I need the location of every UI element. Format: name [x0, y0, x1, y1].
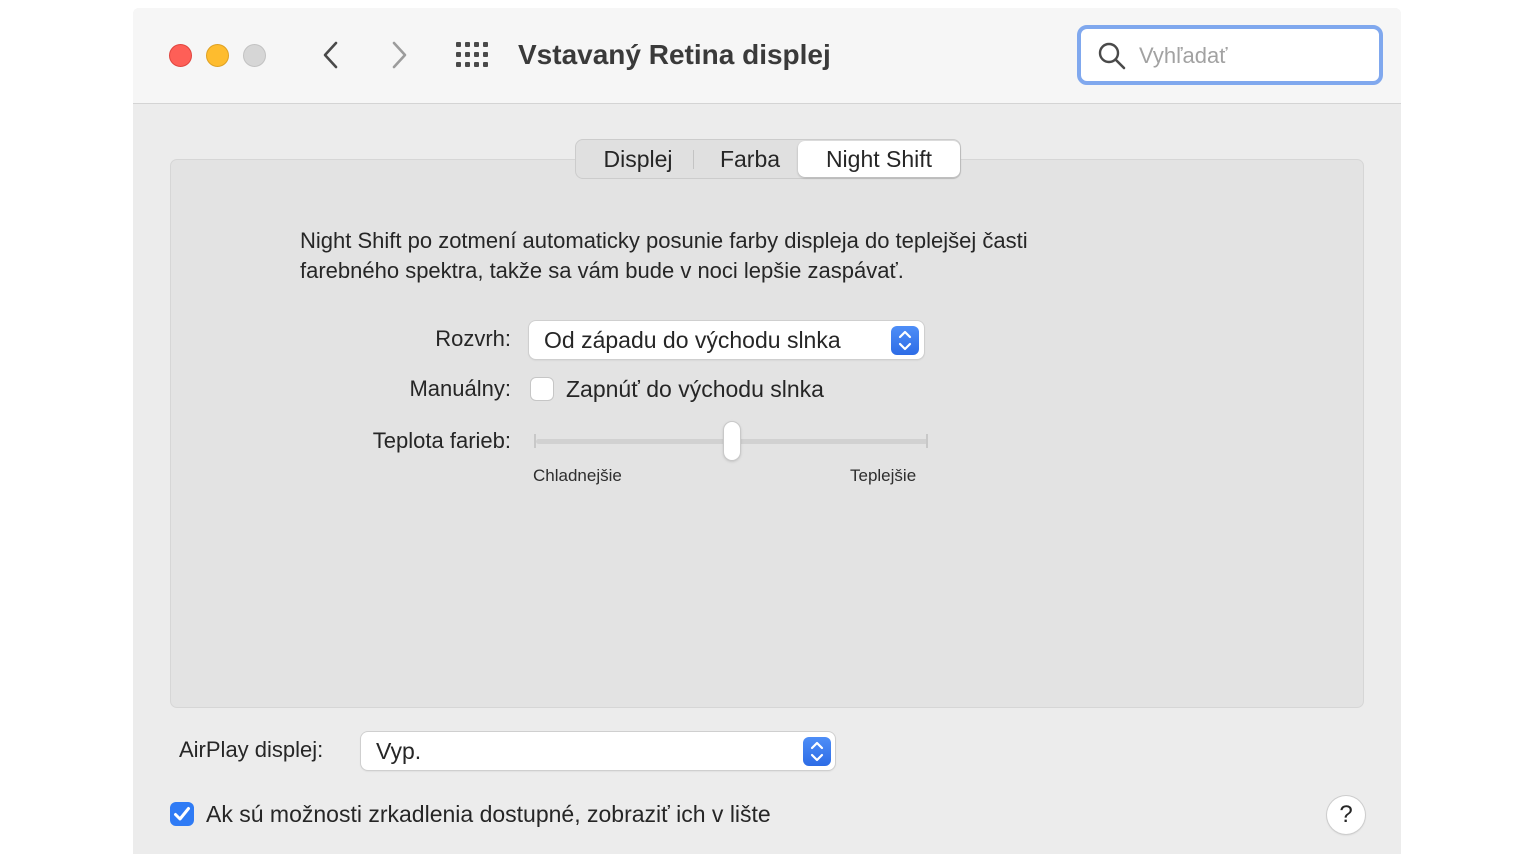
- chevron-left-icon: [323, 41, 338, 69]
- slider-tick-min: [534, 434, 536, 448]
- airplay-value: Vyp.: [376, 738, 422, 764]
- tab-bar: Displej Farba Night Shift: [575, 139, 961, 179]
- slider-tick-max: [926, 434, 928, 448]
- back-button[interactable]: [317, 39, 345, 71]
- temperature-min-label: Chladnejšie: [533, 466, 622, 485]
- description-line-1: Night Shift po zotmení automaticky posun…: [300, 228, 1028, 253]
- search-icon: [1098, 42, 1126, 70]
- minimize-icon[interactable]: [206, 44, 229, 67]
- description-line-2: farebného spektra, takže sa vám bude v n…: [300, 258, 904, 283]
- checkmark-icon: [174, 807, 190, 821]
- manual-checkbox[interactable]: [530, 377, 554, 401]
- close-icon[interactable]: [169, 44, 192, 67]
- zoom-icon: [243, 44, 266, 67]
- temperature-max-label: Teplejšie: [850, 466, 917, 485]
- airplay-label: AirPlay displej:: [179, 737, 324, 762]
- window-title: Vstavaný Retina displej: [518, 39, 831, 70]
- help-button[interactable]: ?: [1327, 796, 1365, 834]
- popup-stepper-icon: [891, 326, 919, 355]
- popup-stepper-icon: [803, 737, 831, 766]
- search-field[interactable]: [1077, 25, 1383, 85]
- temperature-slider-thumb[interactable]: [724, 422, 740, 460]
- tab-farba[interactable]: Farba: [702, 140, 798, 178]
- temperature-label: Teplota farieb:: [372, 428, 511, 453]
- mirroring-checkbox[interactable]: [170, 802, 194, 826]
- tab-displej[interactable]: Displej: [584, 140, 692, 178]
- manual-checkbox-label: Zapnúť do východu slnka: [566, 376, 824, 402]
- mirroring-checkbox-label: Ak sú možnosti zrkadlenia dostupné, zobr…: [206, 801, 771, 827]
- grid-icon: [456, 42, 488, 67]
- forward-button[interactable]: [385, 39, 413, 71]
- airplay-popup[interactable]: Vyp.: [361, 732, 835, 770]
- tab-night-shift[interactable]: Night Shift: [798, 141, 960, 177]
- chevron-right-icon: [392, 41, 407, 69]
- window: Vstavaný Retina displej Displej Farba Ni…: [133, 8, 1401, 854]
- night-shift-description: Night Shift po zotmení automaticky posun…: [300, 226, 1180, 286]
- show-all-button[interactable]: [455, 41, 491, 69]
- schedule-popup[interactable]: Od západu do východu slnka: [529, 321, 924, 359]
- manual-label: Manuálny:: [409, 376, 511, 401]
- tab-divider: [693, 150, 694, 169]
- schedule-label: Rozvrh:: [435, 326, 511, 351]
- search-input[interactable]: [1139, 39, 1359, 73]
- titlebar: Vstavaný Retina displej: [133, 8, 1401, 104]
- schedule-value: Od západu do východu slnka: [544, 327, 841, 353]
